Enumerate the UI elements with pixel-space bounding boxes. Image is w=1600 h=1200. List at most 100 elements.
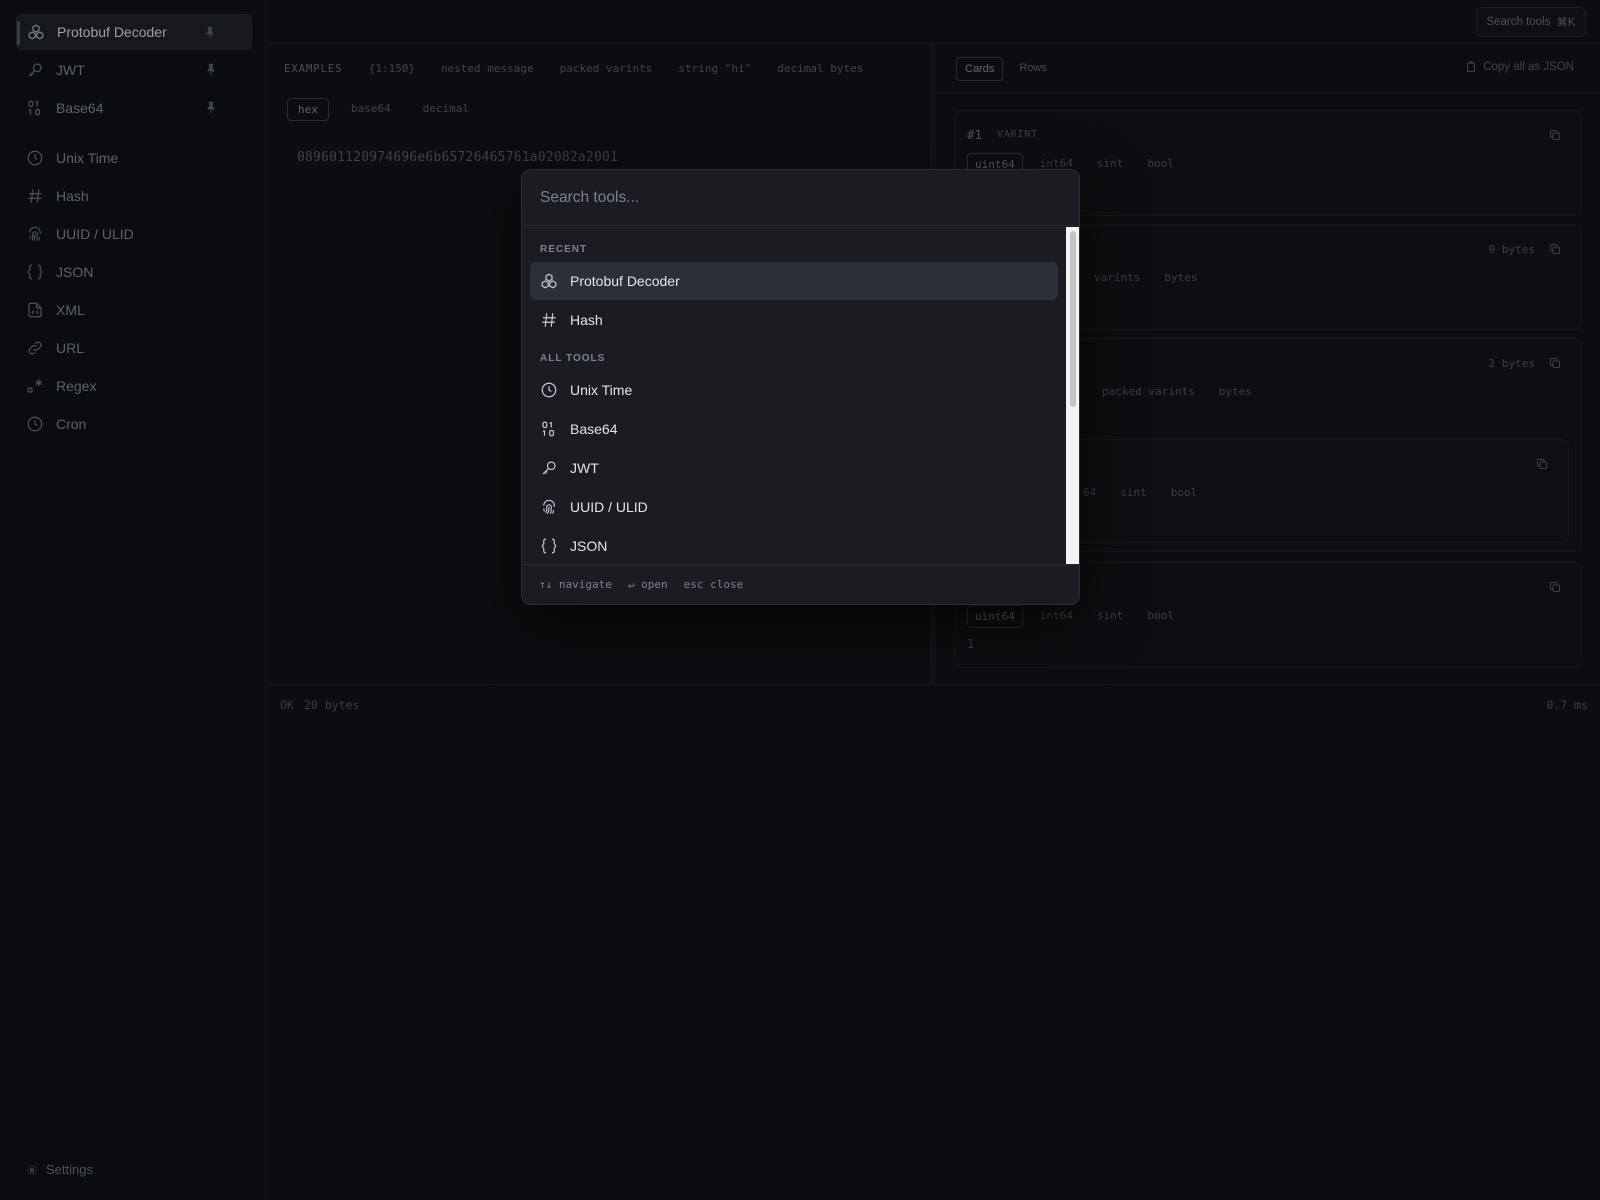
- example-decimal-bytes[interactable]: decimal bytes: [777, 62, 863, 75]
- chip-sint[interactable]: sint: [1090, 605, 1131, 628]
- palette-search-input[interactable]: [540, 182, 1040, 214]
- copy-icon[interactable]: [1536, 458, 1548, 470]
- chip-int64[interactable]: int64: [1033, 605, 1080, 628]
- arrow-keys-icon: ↑↓: [539, 578, 553, 591]
- status-time: 0.7 ms: [1546, 698, 1588, 712]
- chip-packed-varints[interactable]: packed varints: [1095, 381, 1202, 402]
- interpretation-chips: 64 sint bool: [1076, 482, 1204, 503]
- palette-item-label: UUID / ULID: [570, 499, 648, 515]
- chip-varints[interactable]: varints: [1087, 267, 1147, 288]
- clock-icon: [26, 149, 44, 167]
- example-string-hi[interactable]: string "hi": [678, 62, 751, 75]
- section-recent-label: RECENT: [540, 244, 588, 255]
- binary-icon: [26, 99, 44, 117]
- copy-icon[interactable]: [1549, 129, 1561, 141]
- interpretation-chips: packed varints bytes: [1095, 381, 1259, 402]
- palette-item-jwt[interactable]: JWT: [530, 449, 1058, 487]
- chip-bool[interactable]: bool: [1164, 482, 1205, 503]
- wire-type: VARINT: [997, 129, 1038, 140]
- view-tab-rows[interactable]: Rows: [1011, 57, 1055, 81]
- chip-sint[interactable]: sint: [1113, 482, 1154, 503]
- interpretation-chips: uint64 int64 sint bool: [967, 605, 1181, 628]
- palette-item-label: JWT: [570, 460, 599, 476]
- copy-icon[interactable]: [1549, 243, 1561, 255]
- hash-icon: [540, 311, 558, 329]
- chip-int64[interactable]: 64: [1076, 482, 1103, 503]
- palette-item-label: JSON: [570, 538, 608, 554]
- example-field-150[interactable]: {1:150}: [369, 62, 415, 75]
- palette-scroll-thumb[interactable]: [1070, 231, 1076, 407]
- sidebar-item-jwt[interactable]: JWT: [16, 52, 252, 88]
- fingerprint-icon: [26, 225, 44, 243]
- file-code-icon: [26, 301, 44, 319]
- format-tab-hex[interactable]: hex: [287, 98, 329, 121]
- braces-icon: [540, 537, 558, 555]
- palette-scrollbar[interactable]: [1066, 227, 1079, 565]
- section-all-tools-label: ALL TOOLS: [540, 353, 606, 364]
- status-ok: OK: [280, 698, 294, 712]
- sidebar-item-label: Regex: [56, 378, 97, 394]
- sidebar-item-label: URL: [56, 340, 85, 356]
- pin-icon[interactable]: [204, 100, 218, 114]
- sidebar-item-unix-time[interactable]: Unix Time: [16, 140, 252, 176]
- example-packed-varints[interactable]: packed varints: [560, 62, 653, 75]
- binary-icon: [540, 420, 558, 438]
- palette-item-label: Hash: [570, 312, 603, 328]
- examples-row: EXAMPLES {1:150} nested message packed v…: [284, 62, 863, 75]
- hex-input[interactable]: 089601120974696e6b65726465761a02082a2001: [297, 150, 618, 165]
- copy-all-label: Copy all as JSON: [1483, 61, 1574, 73]
- braces-icon: [26, 263, 44, 281]
- gear-icon: [26, 1164, 38, 1176]
- example-nested-message[interactable]: nested message: [441, 62, 534, 75]
- palette-footer: ↑↓ navigate ↵ open esc close: [522, 564, 1079, 604]
- interpretation-chips: varints bytes: [1087, 267, 1204, 288]
- clock-icon: [540, 381, 558, 399]
- palette-item-protobuf-decoder[interactable]: Protobuf Decoder: [530, 262, 1058, 300]
- input-format-tabs: hex base64 decimal: [287, 98, 479, 121]
- hint-close: esc close: [683, 578, 744, 591]
- cubes-icon: [27, 23, 45, 41]
- sidebar-item-url[interactable]: URL: [16, 330, 252, 366]
- format-tab-base64[interactable]: base64: [341, 98, 401, 121]
- status-size: 20 bytes: [304, 698, 360, 712]
- pin-icon[interactable]: [204, 62, 218, 76]
- sidebar-item-label: XML: [56, 302, 85, 318]
- chip-bool[interactable]: bool: [1140, 153, 1181, 176]
- sidebar-item-cron[interactable]: Cron: [16, 406, 252, 442]
- sidebar-item-xml[interactable]: XML: [16, 292, 252, 328]
- sidebar-item-base64[interactable]: Base64: [16, 90, 252, 126]
- hint-open: ↵ open: [627, 578, 668, 591]
- chip-bytes[interactable]: bytes: [1157, 267, 1204, 288]
- chip-uint64[interactable]: uint64: [967, 605, 1023, 628]
- palette-item-uuid-ulid[interactable]: UUID / ULID: [530, 488, 1058, 526]
- sidebar-item-label: Hash: [56, 188, 89, 204]
- field-value: 1: [967, 637, 975, 651]
- palette-item-base64[interactable]: Base64: [530, 410, 1058, 448]
- format-tab-decimal[interactable]: decimal: [413, 98, 479, 121]
- palette-item-unix-time[interactable]: Unix Time: [530, 371, 1058, 409]
- chip-bytes[interactable]: bytes: [1212, 381, 1259, 402]
- copy-icon[interactable]: [1549, 581, 1561, 593]
- search-tools-button[interactable]: Search tools ⌘K: [1476, 7, 1586, 37]
- search-shortcut: ⌘K: [1556, 17, 1576, 29]
- sidebar-item-protobuf-decoder[interactable]: Protobuf Decoder: [16, 14, 252, 50]
- sidebar: Protobuf Decoder JWT Base64 Unix Time Ha: [0, 0, 266, 1200]
- copy-icon[interactable]: [1549, 357, 1561, 369]
- palette-item-hash[interactable]: Hash: [530, 301, 1058, 339]
- esc-key: esc: [683, 578, 704, 591]
- sidebar-item-regex[interactable]: Regex: [16, 368, 252, 404]
- field-size: 9 bytes: [1488, 243, 1535, 256]
- copy-all-json-button[interactable]: Copy all as JSON: [1465, 61, 1574, 73]
- top-bar: Search tools ⌘K: [266, 0, 1600, 44]
- palette-item-label: Base64: [570, 421, 618, 437]
- sidebar-item-hash[interactable]: Hash: [16, 178, 252, 214]
- sidebar-item-uuid-ulid[interactable]: UUID / ULID: [16, 216, 252, 252]
- sidebar-item-json[interactable]: JSON: [16, 254, 252, 290]
- fingerprint-icon: [540, 498, 558, 516]
- palette-item-json[interactable]: JSON: [530, 527, 1058, 565]
- view-tab-cards[interactable]: Cards: [956, 57, 1004, 81]
- chip-sint[interactable]: sint: [1090, 153, 1131, 176]
- pin-icon[interactable]: [203, 25, 217, 39]
- settings-button[interactable]: Settings: [26, 1162, 93, 1177]
- chip-bool[interactable]: bool: [1140, 605, 1181, 628]
